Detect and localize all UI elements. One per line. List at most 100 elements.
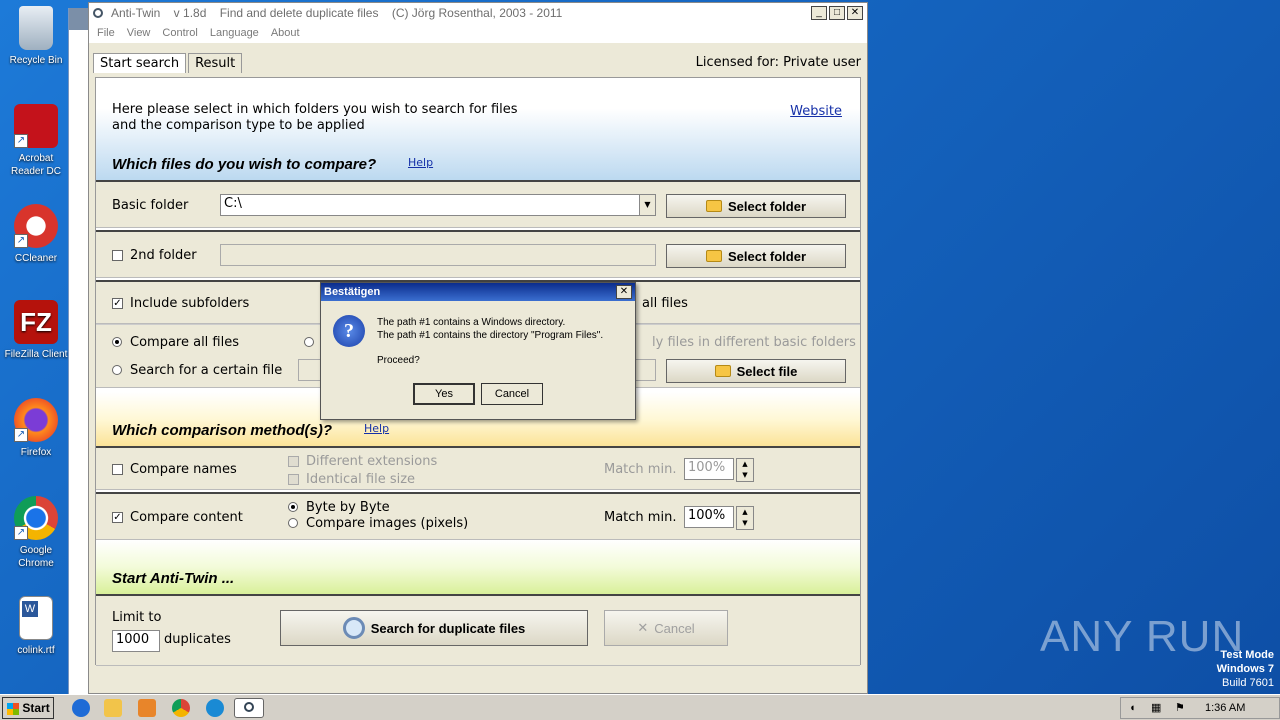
close-button[interactable]: ✕ bbox=[847, 6, 863, 20]
test-mode-line1: Test Mode bbox=[1220, 649, 1274, 661]
desktop-icon-firefox[interactable]: ↗ Firefox bbox=[4, 398, 68, 459]
compare-all-files-label: Compare all files bbox=[130, 335, 239, 350]
byte-by-byte-radio[interactable] bbox=[288, 502, 298, 512]
network-icon[interactable]: ▦ bbox=[1151, 698, 1161, 718]
chrome-icon: ↗ bbox=[14, 496, 58, 540]
different-extensions-checkbox[interactable] bbox=[288, 456, 299, 467]
dialog-cancel-button[interactable]: Cancel bbox=[481, 383, 543, 405]
include-subfolders-checkbox[interactable]: ✓ bbox=[112, 298, 123, 309]
start-section-title: Start Anti-Twin ... bbox=[112, 570, 235, 587]
start-button[interactable]: Start bbox=[2, 697, 54, 719]
dialog-yes-button[interactable]: Yes bbox=[413, 383, 475, 405]
select-file-button[interactable]: Select file bbox=[666, 359, 846, 383]
window-titlebar[interactable]: Anti-Twin v 1.8d Find and delete duplica… bbox=[89, 3, 867, 23]
select-basic-folder-button[interactable]: Select folder bbox=[666, 194, 846, 218]
intro-line1: Here please select in which folders you … bbox=[112, 102, 518, 117]
windows-logo-icon bbox=[7, 702, 19, 715]
system-tray: ◖ ▦ ⚑ 1:36 AM bbox=[1120, 697, 1280, 719]
basic-folder-value: C:\ bbox=[224, 196, 242, 211]
mode-radio[interactable] bbox=[304, 337, 314, 347]
search-duplicates-button[interactable]: Search for duplicate files bbox=[280, 610, 588, 646]
menu-about[interactable]: About bbox=[271, 27, 300, 39]
flag-icon[interactable]: ⚑ bbox=[1175, 698, 1185, 718]
basic-folder-combo[interactable]: C:\ ▼ bbox=[220, 194, 656, 216]
compare-images-radio[interactable] bbox=[288, 518, 298, 528]
cancel-x-icon: ✕ bbox=[637, 620, 649, 635]
menu-language[interactable]: Language bbox=[210, 27, 259, 39]
select-folder-label: Select folder bbox=[727, 198, 807, 214]
minimize-button[interactable]: _ bbox=[811, 6, 827, 20]
different-extensions-label: Different extensions bbox=[306, 454, 438, 469]
file-explorer-icon[interactable] bbox=[104, 699, 122, 717]
method-help-link[interactable]: Help bbox=[364, 422, 389, 435]
confirm-dialog: Bestätigen ✕ ? The path #1 contains a Wi… bbox=[320, 282, 636, 420]
match-content-input[interactable]: 100% bbox=[684, 506, 734, 528]
method-section-title: Which comparison method(s)? bbox=[112, 422, 333, 439]
second-folder-label: 2nd folder bbox=[130, 248, 197, 263]
folder-icon bbox=[714, 365, 731, 377]
shortcut-arrow-icon: ↗ bbox=[14, 234, 28, 248]
dialog-message-line3: Proceed? bbox=[377, 355, 420, 366]
desktop-icon-ccleaner[interactable]: ↗ CCleaner bbox=[4, 204, 68, 265]
shortcut-arrow-icon: ↗ bbox=[14, 526, 28, 540]
intro-text: Here please select in which folders you … bbox=[112, 102, 518, 134]
select-file-label: Select file bbox=[736, 363, 798, 379]
match-names-input[interactable]: 100% bbox=[684, 458, 734, 480]
window-title: Anti-Twin v 1.8d Find and delete duplica… bbox=[111, 6, 563, 20]
anti-twin-taskbar-button[interactable] bbox=[234, 698, 264, 718]
menu-bar: File View Control Language About bbox=[89, 23, 867, 43]
media-player-icon[interactable] bbox=[138, 699, 156, 717]
tab-result[interactable]: Result bbox=[188, 53, 243, 73]
internet-explorer-icon[interactable] bbox=[72, 699, 90, 717]
cancel-search-label: Cancel bbox=[654, 620, 695, 636]
magnifier-icon bbox=[244, 702, 254, 712]
desktop-icon-acrobat[interactable]: ↗ Acrobat Reader DC bbox=[4, 104, 68, 178]
dialog-message-line2: The path #1 contains the directory "Prog… bbox=[377, 330, 604, 341]
dialog-close-button[interactable]: ✕ bbox=[616, 285, 632, 299]
search-certain-file-radio[interactable] bbox=[112, 365, 122, 375]
test-mode-line2: Windows 7 bbox=[1216, 663, 1274, 675]
cancel-search-button[interactable]: ✕ Cancel bbox=[604, 610, 728, 646]
menu-control[interactable]: Control bbox=[162, 27, 197, 39]
chrome-taskbar-icon[interactable] bbox=[172, 699, 190, 717]
basic-folder-label: Basic folder bbox=[112, 198, 189, 213]
files-help-link[interactable]: Help bbox=[408, 156, 433, 169]
desktop-icon-label: Firefox bbox=[20, 447, 52, 458]
filezilla-icon: FZ bbox=[14, 300, 58, 344]
start-panel: Limit to 1000 duplicates Search for dupl… bbox=[96, 594, 860, 666]
desktop-icon-label: colink.rtf bbox=[17, 645, 55, 656]
desktop-icon-filezilla[interactable]: FZ FileZilla Client bbox=[4, 300, 68, 361]
all-files-label: all files bbox=[642, 296, 688, 311]
dialog-titlebar[interactable]: Bestätigen bbox=[321, 283, 635, 301]
word-document-icon: W bbox=[19, 596, 53, 640]
desktop-icon-label: Google Chrome bbox=[18, 545, 54, 569]
desktop-icon-colink[interactable]: W colink.rtf bbox=[4, 596, 68, 657]
match-content-stepper[interactable]: ▲ ▼ bbox=[736, 506, 754, 530]
magnifier-icon bbox=[342, 617, 365, 639]
compare-all-files-radio[interactable] bbox=[112, 337, 122, 347]
menu-file[interactable]: File bbox=[97, 27, 115, 39]
desktop-icon-label: Recycle Bin bbox=[9, 55, 63, 66]
identical-size-checkbox[interactable] bbox=[288, 474, 299, 485]
desktop-icon-recycle-bin[interactable]: Recycle Bin bbox=[4, 6, 68, 67]
limit-input[interactable]: 1000 bbox=[112, 630, 160, 652]
second-folder-checkbox[interactable] bbox=[112, 250, 123, 261]
edge-icon[interactable] bbox=[206, 699, 224, 717]
maximize-button[interactable]: □ bbox=[829, 6, 845, 20]
volume-icon[interactable]: ◖ bbox=[1129, 698, 1136, 718]
website-link[interactable]: Website bbox=[790, 104, 842, 119]
compare-names-checkbox[interactable] bbox=[112, 464, 123, 475]
compare-content-checkbox[interactable]: ✓ bbox=[112, 512, 123, 523]
shortcut-arrow-icon: ↗ bbox=[14, 428, 28, 442]
desktop-icon-label: FileZilla Client bbox=[4, 349, 68, 360]
menu-view[interactable]: View bbox=[127, 27, 151, 39]
desktop-icon-chrome[interactable]: ↗ Google Chrome bbox=[4, 496, 68, 570]
start-label: Start bbox=[22, 701, 50, 715]
tab-start-search[interactable]: Start search bbox=[93, 53, 187, 73]
second-folder-input[interactable] bbox=[220, 244, 656, 266]
clock[interactable]: 1:36 AM bbox=[1205, 698, 1245, 718]
chevron-down-icon[interactable]: ▼ bbox=[639, 195, 655, 215]
select-second-folder-button[interactable]: Select folder bbox=[666, 244, 846, 268]
files-section-title: Which files do you wish to compare? bbox=[112, 156, 377, 173]
match-names-stepper[interactable]: ▲ ▼ bbox=[736, 458, 754, 482]
